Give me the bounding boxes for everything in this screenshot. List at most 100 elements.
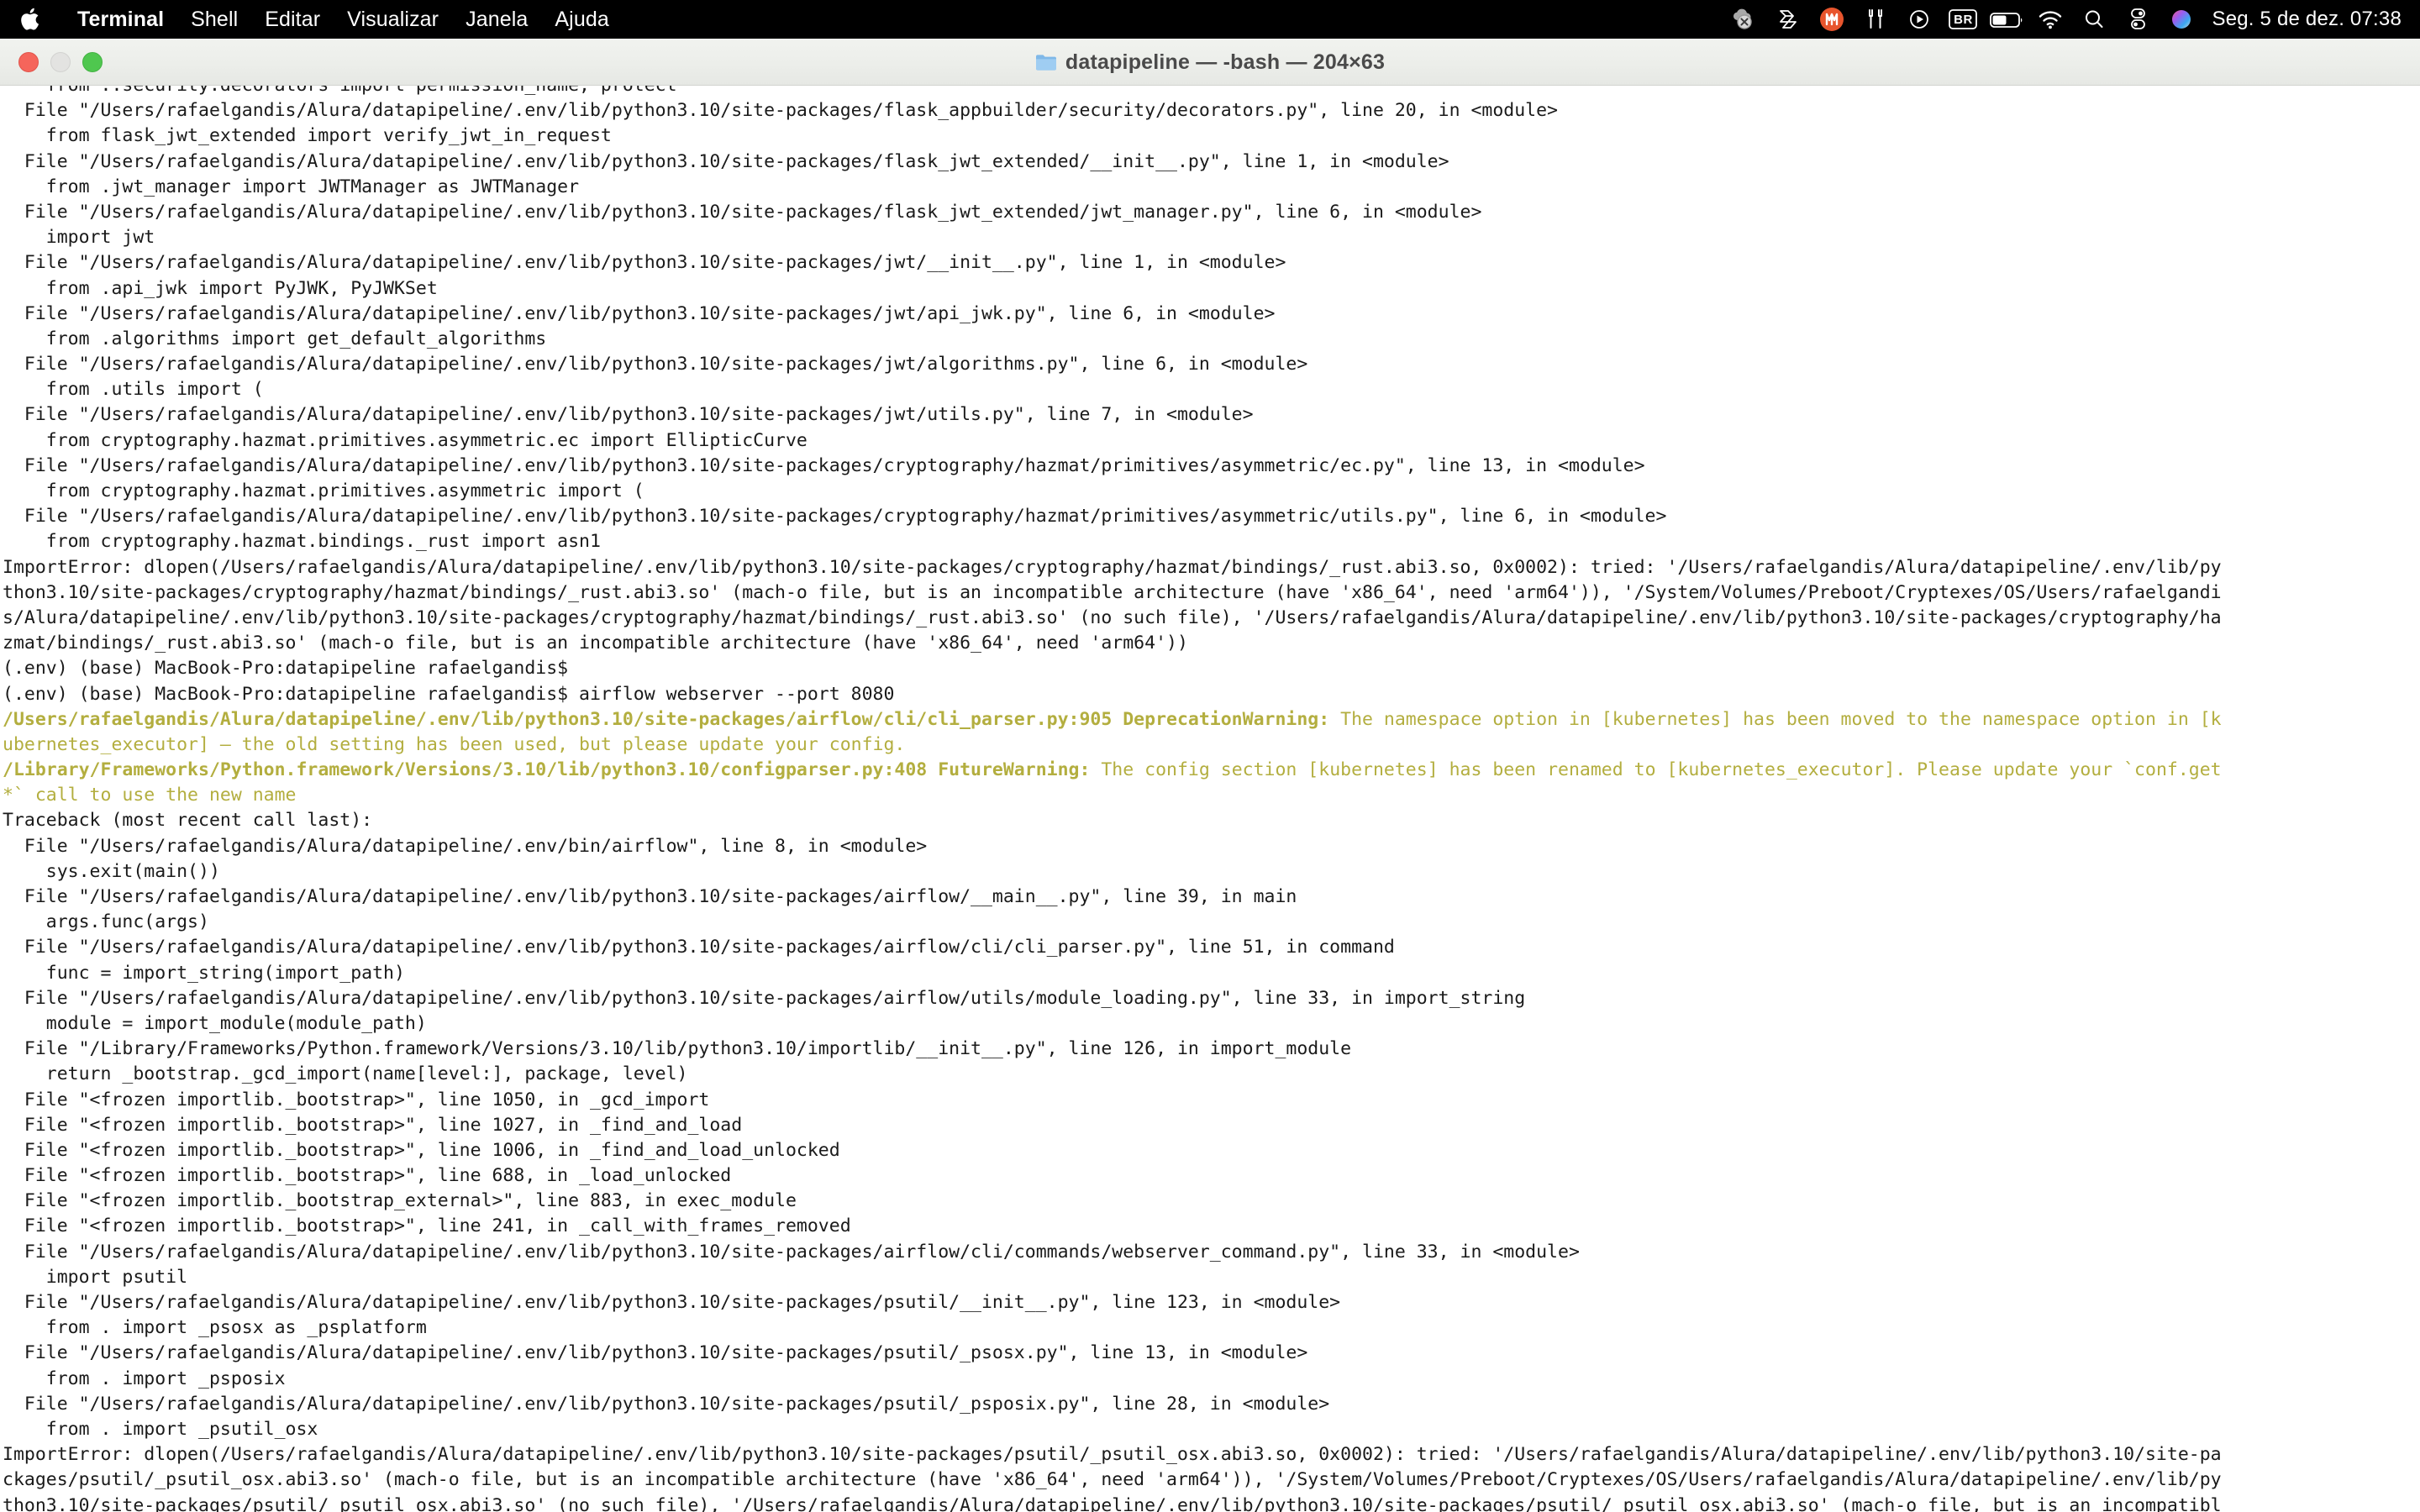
- terminal-line: File "<frozen importlib._bootstrap>", li…: [0, 1088, 2420, 1113]
- terminal-line: zmat/bindings/_rust.abi3.so' (mach-o fil…: [0, 631, 2420, 656]
- terminal-line-text: ckages/psutil/_psutil_osx.abi3.so' (mach…: [3, 1469, 2222, 1491]
- terminal-output-area[interactable]: from ..security.decorators import permis…: [0, 86, 2420, 1512]
- terminal-line-text: import psutil: [3, 1266, 188, 1288]
- terminal-line-text: The namespace option in [kubernetes] has…: [1329, 708, 2222, 730]
- menu-item-janela[interactable]: Janela: [452, 0, 541, 39]
- terminal-line: File "/Users/rafaelgandis/Alura/datapipe…: [0, 1290, 2420, 1315]
- terminal-line: from cryptography.hazmat.primitives.asym…: [0, 479, 2420, 504]
- terminal-line: from .utils import (: [0, 377, 2420, 402]
- wifi-icon[interactable]: [2028, 0, 2072, 39]
- terminal-line: File "/Users/rafaelgandis/Alura/datapipe…: [0, 250, 2420, 276]
- terminal-line-text: module = import_module(module_path): [3, 1012, 427, 1034]
- terminal-line: File "<frozen importlib._bootstrap>", li…: [0, 1138, 2420, 1163]
- terminal-window: datapipeline — -bash — 204×63 from ..sec…: [0, 39, 2420, 1512]
- terminal-line: thon3.10/site-packages/cryptography/hazm…: [0, 580, 2420, 606]
- terminal-line-text: File "/Users/rafaelgandis/Alura/datapipe…: [3, 404, 1254, 426]
- terminal-line: from cryptography.hazmat.primitives.asym…: [0, 428, 2420, 454]
- terminal-line: File "/Users/rafaelgandis/Alura/datapipe…: [0, 1240, 2420, 1265]
- terminal-line-text: from . import _psosx as _psplatform: [3, 1317, 427, 1339]
- terminal-line-text: func = import_string(import_path): [3, 962, 405, 984]
- terminal-line: ImportError: dlopen(/Users/rafaelgandis/…: [0, 1442, 2420, 1467]
- terminal-line-bold-segment: /Users/rafaelgandis/Alura/datapipeline/.…: [3, 708, 1330, 730]
- terminal-line: import jwt: [0, 225, 2420, 250]
- terminal-line-text: from .jwt_manager import JWTManager as J…: [3, 176, 580, 197]
- terminal-line: from .api_jwk import PyJWK, PyJWKSet: [0, 276, 2420, 302]
- terminal-line-text: from cryptography.hazmat.bindings._rust …: [3, 531, 601, 553]
- mongodb-icon[interactable]: [1810, 0, 1854, 39]
- terminal-line-text: s/Alura/datapipeline/.env/lib/python3.10…: [3, 606, 2222, 628]
- terminal-line-text: File "/Users/rafaelgandis/Alura/datapipe…: [3, 1241, 1580, 1263]
- close-button[interactable]: [18, 52, 39, 72]
- terminal-line: ImportError: dlopen(/Users/rafaelgandis/…: [0, 555, 2420, 580]
- terminal-line: thon3.10/site-packages/psutil/_psutil_os…: [0, 1494, 2420, 1512]
- terminal-line: File "/Users/rafaelgandis/Alura/datapipe…: [0, 352, 2420, 377]
- control-center-icon[interactable]: [2116, 0, 2160, 39]
- terminal-line: File "/Users/rafaelgandis/Alura/datapipe…: [0, 302, 2420, 327]
- dropbox-icon[interactable]: [1766, 0, 1810, 39]
- play-circle-icon[interactable]: [1897, 0, 1941, 39]
- terminal-line: File "<frozen importlib._bootstrap_exter…: [0, 1189, 2420, 1214]
- terminal-line-text: import jwt: [3, 227, 155, 249]
- terminal-line-text: from . import _psposix: [3, 1368, 286, 1389]
- terminal-line: Traceback (most recent call last):: [0, 808, 2420, 833]
- terminal-line-text: from flask_jwt_extended import verify_jw…: [3, 125, 612, 147]
- menu-bar-status-group: BR Seg. 5 de dez. 07:38: [1723, 0, 2402, 39]
- terminal-line-text: File "/Users/rafaelgandis/Alura/datapipe…: [3, 1292, 1341, 1313]
- terminal-line: (.env) (base) MacBook-Pro:datapipeline r…: [0, 682, 2420, 707]
- terminal-line: /Users/rafaelgandis/Alura/datapipeline/.…: [0, 707, 2420, 732]
- terminal-line: File "/Library/Frameworks/Python.framewo…: [0, 1037, 2420, 1062]
- terminal-line-bold-segment: /Library/Frameworks/Python.framework/Ver…: [3, 759, 1091, 781]
- minimize-button[interactable]: [50, 52, 71, 72]
- terminal-line-text: File "<frozen importlib._bootstrap_exter…: [3, 1190, 797, 1212]
- terminal-line: File "<frozen importlib._bootstrap>", li…: [0, 1163, 2420, 1189]
- terminal-line-text: args.func(args): [3, 911, 209, 933]
- search-icon[interactable]: [2072, 0, 2116, 39]
- menu-item-editar[interactable]: Editar: [251, 0, 334, 39]
- menu-item-shell[interactable]: Shell: [177, 0, 251, 39]
- terminal-line-text: Traceback (most recent call last):: [3, 810, 373, 832]
- terminal-line-text: File "/Users/rafaelgandis/Alura/datapipe…: [3, 987, 1526, 1009]
- siri-icon[interactable]: [2160, 0, 2203, 39]
- terminal-line-text: thon3.10/site-packages/psutil/_psutil_os…: [3, 1494, 2222, 1512]
- terminal-line: File "/Users/rafaelgandis/Alura/datapipe…: [0, 98, 2420, 123]
- forks-icon[interactable]: [1854, 0, 1897, 39]
- cloud-offline-icon[interactable]: [1723, 0, 1766, 39]
- traffic-lights: [18, 52, 103, 72]
- terminal-line-text: from .algorithms import get_default_algo…: [3, 328, 547, 349]
- menu-item-terminal[interactable]: Terminal: [64, 0, 177, 39]
- apple-logo-icon[interactable]: [17, 5, 45, 34]
- terminal-line-text: The config section [kubernetes] has been…: [1090, 759, 2222, 781]
- menu-item-ajuda[interactable]: Ajuda: [541, 0, 622, 39]
- terminal-line-text: ImportError: dlopen(/Users/rafaelgandis/…: [3, 1444, 2222, 1466]
- terminal-line-text: return _bootstrap._gcd_import(name[level…: [3, 1063, 688, 1085]
- terminal-line-text: from .utils import (: [3, 379, 264, 401]
- window-title-group: datapipeline — -bash — 204×63: [0, 39, 2420, 86]
- terminal-line-text: File "/Users/rafaelgandis/Alura/datapipe…: [3, 506, 1667, 528]
- terminal-line-text: File "/Users/rafaelgandis/Alura/datapipe…: [3, 302, 1276, 324]
- input-source-br-icon[interactable]: BR: [1941, 0, 1985, 39]
- window-title: datapipeline — -bash — 204×63: [1065, 50, 1386, 74]
- terminal-line-text: File "/Users/rafaelgandis/Alura/datapipe…: [3, 1393, 1330, 1415]
- input-source-label: BR: [1954, 12, 1973, 27]
- maximize-button[interactable]: [82, 52, 103, 72]
- terminal-line: File "/Users/rafaelgandis/Alura/datapipe…: [0, 986, 2420, 1011]
- window-title-bar[interactable]: datapipeline — -bash — 204×63: [0, 39, 2420, 86]
- terminal-line-text: File "/Users/rafaelgandis/Alura/datapipe…: [3, 937, 1395, 958]
- terminal-line-text: from . import _psutil_osx: [3, 1418, 318, 1440]
- terminal-line-text: File "/Library/Frameworks/Python.framewo…: [3, 1038, 1352, 1060]
- terminal-line-text: File "<frozen importlib._bootstrap>", li…: [3, 1089, 710, 1110]
- menu-bar-clock[interactable]: Seg. 5 de dez. 07:38: [2212, 8, 2402, 31]
- terminal-line: File "/Users/rafaelgandis/Alura/datapipe…: [0, 150, 2420, 175]
- terminal-line-text: File "/Users/rafaelgandis/Alura/datapipe…: [3, 886, 1297, 907]
- battery-icon[interactable]: [1985, 0, 2028, 39]
- terminal-line: (.env) (base) MacBook-Pro:datapipeline r…: [0, 656, 2420, 681]
- menu-item-visualizar[interactable]: Visualizar: [334, 0, 452, 39]
- terminal-line: from cryptography.hazmat.bindings._rust …: [0, 529, 2420, 554]
- terminal-line: File "/Users/rafaelgandis/Alura/datapipe…: [0, 834, 2420, 859]
- terminal-line-text: from .api_jwk import PyJWK, PyJWKSet: [3, 277, 438, 299]
- terminal-line: *` call to use the new name: [0, 783, 2420, 808]
- terminal-line: File "<frozen importlib._bootstrap>", li…: [0, 1113, 2420, 1138]
- terminal-line: from . import _psutil_osx: [0, 1417, 2420, 1442]
- terminal-line: func = import_string(import_path): [0, 961, 2420, 986]
- terminal-line-text: File "/Users/rafaelgandis/Alura/datapipe…: [3, 150, 1449, 172]
